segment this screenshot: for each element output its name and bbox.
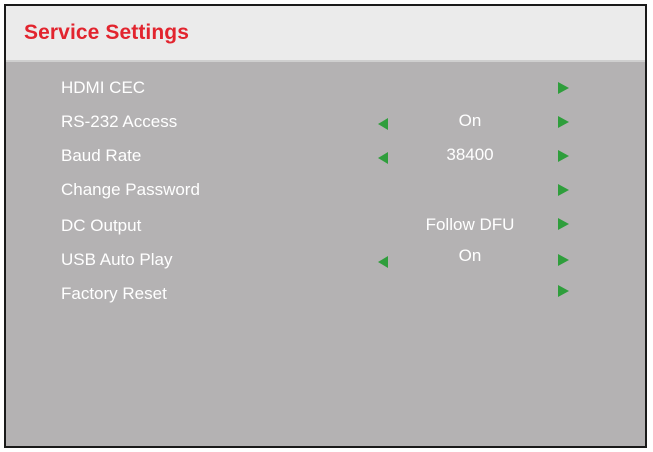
menu-item-baud-rate[interactable]: Baud Rate 38400 bbox=[6, 142, 645, 172]
menu-item-label: USB Auto Play bbox=[61, 250, 173, 269]
menu-item-usb-auto-play[interactable]: USB Auto Play On bbox=[6, 246, 645, 276]
menu-header: Service Settings bbox=[6, 6, 645, 62]
menu-item-label: Baud Rate bbox=[61, 146, 142, 165]
arrow-right-icon[interactable] bbox=[558, 82, 569, 94]
menu-item-label: DC Output bbox=[61, 216, 142, 235]
menu-item-dc-output[interactable]: DC Output Follow DFU bbox=[6, 212, 645, 242]
arrow-right-icon[interactable] bbox=[558, 116, 569, 128]
menu-item-change-password[interactable]: Change Password bbox=[6, 176, 645, 206]
arrow-left-icon[interactable] bbox=[378, 118, 388, 130]
menu-item-value: Follow DFU bbox=[425, 215, 515, 234]
arrow-right-icon[interactable] bbox=[558, 285, 569, 297]
arrow-right-icon[interactable] bbox=[558, 150, 569, 162]
menu-item-label: RS-232 Access bbox=[61, 112, 178, 131]
arrow-left-icon[interactable] bbox=[378, 256, 388, 268]
menu-item-factory-reset[interactable]: Factory Reset bbox=[6, 280, 645, 310]
service-settings-menu: Service Settings HDMI CEC RS-232 Access … bbox=[4, 4, 647, 448]
menu-item-value: On bbox=[458, 246, 482, 265]
arrow-right-icon[interactable] bbox=[558, 218, 569, 230]
menu-item-value: 38400 bbox=[446, 145, 494, 164]
menu-item-rs232-access[interactable]: RS-232 Access On bbox=[6, 108, 645, 138]
menu-item-label: Factory Reset bbox=[61, 284, 167, 303]
menu-item-label: Change Password bbox=[61, 180, 200, 199]
menu-item-label: HDMI CEC bbox=[61, 78, 146, 97]
arrow-left-icon[interactable] bbox=[378, 152, 388, 164]
menu-item-hdmi-cec[interactable]: HDMI CEC bbox=[6, 74, 645, 104]
arrow-right-icon[interactable] bbox=[558, 184, 569, 196]
arrow-right-icon[interactable] bbox=[558, 254, 569, 266]
menu-title: Service Settings bbox=[24, 21, 190, 44]
menu-item-value: On bbox=[458, 111, 482, 130]
